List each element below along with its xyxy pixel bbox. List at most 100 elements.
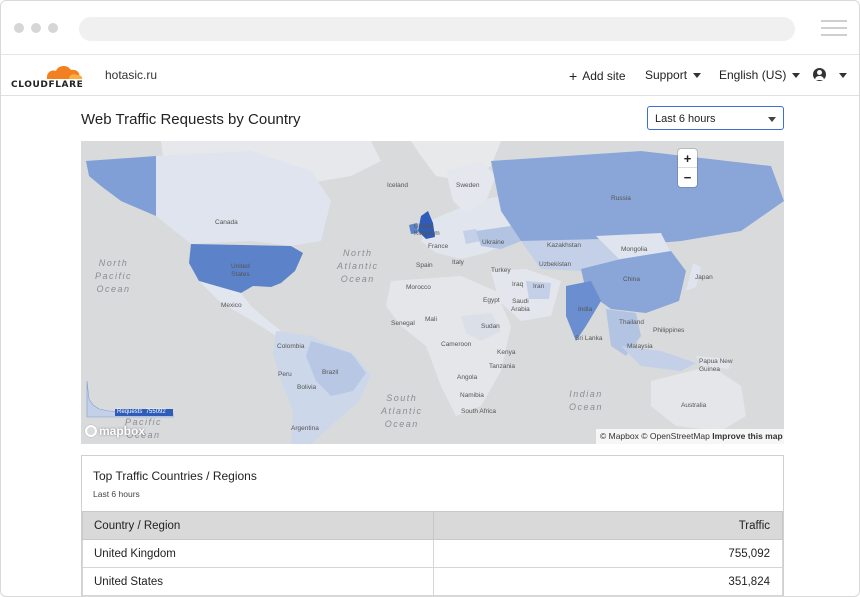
map-label-country: South Africa xyxy=(461,408,497,415)
top-navigation: CLOUDFLARE hotasic.ru + Add site Support … xyxy=(1,55,859,96)
ocean-label-south-atlantic: South Atlantic Ocean xyxy=(381,393,423,429)
chevron-down-icon xyxy=(768,117,776,122)
map-label-country: India xyxy=(578,306,593,313)
map-label-country: Peru xyxy=(278,371,292,378)
map-label-country: Mali xyxy=(425,316,437,323)
user-menu-chevron-icon[interactable] xyxy=(839,73,847,78)
window-close-dot[interactable] xyxy=(14,23,24,33)
map-label-country: Bolivia xyxy=(297,384,317,391)
cloudflare-logo[interactable]: CLOUDFLARE xyxy=(11,61,85,91)
map-label-country: Sweden xyxy=(456,182,480,189)
panel-subtitle: Last 6 hours xyxy=(93,489,140,499)
ocean-label-north-atlantic: North Atlantic Ocean xyxy=(337,248,379,284)
map-label-country: Iran xyxy=(533,283,545,290)
logo-wordmark: CLOUDFLARE xyxy=(11,80,84,90)
column-header-country[interactable]: Country / Region xyxy=(82,511,434,540)
map-label-country: Saudi Arabia xyxy=(511,298,530,313)
user-avatar-icon[interactable] xyxy=(813,68,826,81)
map-label-country: Thailand xyxy=(619,319,644,326)
table-row: United Kingdom 755,092 xyxy=(82,539,783,568)
map-label-country: Iceland xyxy=(387,182,408,189)
map-label-country: Cameroon xyxy=(441,341,472,348)
map-label-country: Brazil xyxy=(322,369,339,376)
site-name[interactable]: hotasic.ru xyxy=(105,68,157,82)
map-label-country: Spain xyxy=(416,262,433,269)
window-minimize-dot[interactable] xyxy=(31,23,41,33)
map-legend: Requests 755092 xyxy=(85,377,175,419)
attribution-mapbox-link[interactable]: © Mapbox xyxy=(600,431,639,441)
map-label-country: Argentina xyxy=(291,425,319,432)
support-label: Support xyxy=(645,68,688,82)
zoom-out-button[interactable]: − xyxy=(678,168,697,187)
column-header-traffic[interactable]: Traffic xyxy=(433,511,783,540)
browser-menu-icon[interactable] xyxy=(821,20,847,36)
map-label-country: Japan xyxy=(695,274,713,281)
cell-country: United Kingdom xyxy=(82,539,434,568)
improve-map-link[interactable]: Improve this map xyxy=(712,431,782,441)
map-label-country: Russia xyxy=(611,195,631,202)
cell-traffic: 755,092 xyxy=(433,539,783,568)
legend-label: Requests 755092 xyxy=(117,409,166,415)
map-label-country: Canada xyxy=(215,219,238,226)
map-label-country: Kazakhstan xyxy=(547,242,581,249)
table-header-row: Country / Region Traffic xyxy=(82,511,783,540)
map-label-country: Kenya xyxy=(497,349,516,356)
top-countries-panel: Top Traffic Countries / Regions Last 6 h… xyxy=(81,455,784,596)
map-label-country: Sri Lanka xyxy=(575,335,603,342)
browser-window: CLOUDFLARE hotasic.ru + Add site Support … xyxy=(0,0,860,597)
add-site-button[interactable]: + Add site xyxy=(569,68,626,84)
map-label-country: Italy xyxy=(452,259,464,266)
map-label-country: Senegal xyxy=(391,320,415,327)
map-zoom-controls: + − xyxy=(678,149,697,187)
map-label-country: Iraq xyxy=(512,281,524,288)
map-label-country: Egypt xyxy=(483,297,500,304)
mapbox-icon xyxy=(85,425,97,437)
map-label-country: Namibia xyxy=(460,392,484,399)
map-label-country: Ukraine xyxy=(482,239,505,246)
ocean-label-north-pacific: North Pacific Ocean xyxy=(95,258,133,294)
map-label-country: Angola xyxy=(457,374,478,381)
map-label-country: Morocco xyxy=(406,284,431,291)
chevron-down-icon xyxy=(693,73,702,79)
address-bar[interactable] xyxy=(79,17,795,41)
legend-max: 755092 xyxy=(145,409,166,415)
window-maximize-dot[interactable] xyxy=(48,23,58,33)
map-label-country: France xyxy=(428,243,449,250)
map-label-country: Mongolia xyxy=(621,246,648,253)
time-range-select[interactable]: Last 6 hours xyxy=(647,106,784,130)
zoom-in-button[interactable]: + xyxy=(678,149,697,168)
ocean-label-indian: Indian Ocean xyxy=(569,389,604,412)
panel-title: Top Traffic Countries / Regions xyxy=(93,469,257,483)
map-label-country: Mexico xyxy=(221,302,242,309)
map-label-country: Malaysia xyxy=(627,343,653,350)
cell-country: United States xyxy=(82,567,434,596)
page-title: Web Traffic Requests by Country xyxy=(81,111,301,128)
chevron-down-icon xyxy=(792,73,801,79)
table-row: United States 351,824 xyxy=(82,567,783,596)
attribution-osm-link[interactable]: © OpenStreetMap xyxy=(641,431,710,441)
map-label-country: Uzbekistan xyxy=(539,261,572,268)
mapbox-logo[interactable]: mapbox xyxy=(85,424,145,438)
language-label: English (US) xyxy=(719,68,787,82)
cell-traffic: 351,824 xyxy=(433,567,783,596)
map-label-country: Australia xyxy=(681,402,707,409)
legend-label-text: Requests xyxy=(117,409,143,415)
add-site-label: Add site xyxy=(582,69,626,83)
map-label-country: Turkey xyxy=(491,267,511,274)
traffic-table: Country / Region Traffic United Kingdom … xyxy=(82,511,783,596)
plus-icon: + xyxy=(569,68,578,84)
map-label-country: Tanzania xyxy=(489,363,516,370)
support-menu[interactable]: Support xyxy=(645,68,702,82)
map-attribution: © Mapbox © OpenStreetMap Improve this ma… xyxy=(596,429,784,444)
map-label-country: China xyxy=(623,276,640,283)
browser-chrome xyxy=(1,1,859,55)
map-label-country: United States xyxy=(231,263,250,278)
mapbox-wordmark: mapbox xyxy=(99,424,146,438)
cloud-icon xyxy=(46,65,83,79)
map-label-country: Papua New Guinea xyxy=(699,358,733,373)
time-range-value: Last 6 hours xyxy=(655,113,716,125)
map-label-country: Sudan xyxy=(481,323,500,330)
map-label-country: Colombia xyxy=(277,343,305,350)
map-label-country: United Kingdom xyxy=(414,223,440,237)
language-menu[interactable]: English (US) xyxy=(719,68,801,82)
